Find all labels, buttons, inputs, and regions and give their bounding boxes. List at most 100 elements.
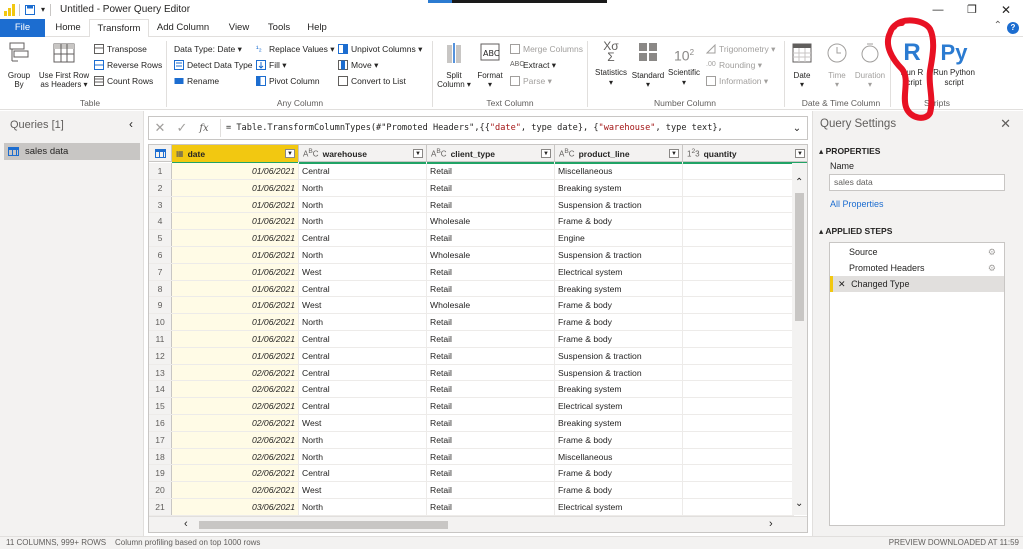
table-menu-icon[interactable]	[149, 145, 172, 162]
table-row[interactable]: 21 03/06/2021 North Retail Electrical system	[149, 499, 794, 516]
fill-button[interactable]: Fill ▾	[256, 58, 287, 72]
table-cell[interactable]	[683, 213, 794, 230]
column-filter-icon[interactable]: ▼	[413, 149, 423, 158]
table-cell[interactable]: Retail	[427, 230, 555, 246]
query-item-sales-data[interactable]: sales data	[4, 143, 140, 160]
collapse-queries-icon[interactable]: ‹	[129, 117, 133, 131]
table-cell[interactable]	[683, 163, 794, 179]
close-button[interactable]: ✕	[989, 0, 1023, 19]
transpose-button[interactable]: Transpose	[94, 42, 147, 56]
data-type-dropdown[interactable]: Data Type: Date ▾	[174, 42, 242, 56]
tab-transform[interactable]: Transform	[89, 19, 149, 38]
quick-access-dropdown-icon[interactable]: ▾	[41, 5, 45, 14]
table-cell[interactable]: Miscellaneous	[555, 448, 683, 465]
table-cell[interactable]: Breaking system	[555, 179, 683, 196]
table-cell[interactable]: Frame & body	[555, 297, 683, 314]
table-row[interactable]: 16 02/06/2021 West Retail Breaking system	[149, 415, 794, 432]
table-row[interactable]: 14 02/06/2021 Central Retail Breaking system	[149, 381, 794, 399]
detect-data-type-button[interactable]: Detect Data Type	[174, 58, 253, 72]
tab-help[interactable]: Help	[301, 19, 333, 37]
table-cell[interactable]: West	[299, 482, 427, 498]
table-cell[interactable]: Breaking system	[555, 381, 683, 398]
table-cell[interactable]: 01/06/2021	[172, 230, 299, 246]
table-cell[interactable]: West	[299, 263, 427, 280]
table-row[interactable]: 8 01/06/2021 Central Retail Breaking system	[149, 280, 794, 298]
table-cell[interactable]: 02/06/2021	[172, 431, 299, 448]
close-settings-icon[interactable]: ✕	[1000, 116, 1011, 132]
table-cell[interactable]: Retail	[427, 196, 555, 213]
table-row[interactable]: 1 01/06/2021 Central Retail Miscellaneous	[149, 163, 794, 180]
table-cell[interactable]: 01/06/2021	[172, 297, 299, 314]
tab-add-column[interactable]: Add Column	[152, 19, 214, 37]
table-cell[interactable]: North	[299, 448, 427, 465]
duration-button[interactable]: Duration ▾	[852, 41, 888, 90]
table-cell[interactable]: Retail	[427, 280, 555, 297]
table-cell[interactable]: Retail	[427, 415, 555, 431]
table-cell[interactable]: Retail	[427, 398, 555, 414]
table-cell[interactable]: Central	[299, 364, 427, 381]
table-cell[interactable]: Retail	[427, 347, 555, 364]
table-row[interactable]: 17 02/06/2021 North Retail Frame & body	[149, 431, 794, 449]
table-cell[interactable]: Miscellaneous	[555, 163, 683, 179]
group-by-button[interactable]: Group By	[4, 41, 34, 90]
rounding-button[interactable]: .00 Rounding ▾	[706, 58, 762, 72]
tab-tools[interactable]: Tools	[261, 19, 297, 37]
table-cell[interactable]: Retail	[427, 499, 555, 515]
table-row[interactable]: 13 02/06/2021 Central Retail Suspension & tr…	[149, 364, 794, 382]
table-cell[interactable]: Suspension & traction	[555, 196, 683, 213]
table-cell[interactable]: Frame & body	[555, 331, 683, 347]
table-cell[interactable]	[683, 247, 794, 263]
table-cell[interactable]: North	[299, 213, 427, 230]
table-cell[interactable]	[683, 230, 794, 246]
extract-button[interactable]: ABC Extract ▾	[510, 58, 556, 72]
table-cell[interactable]: Frame & body	[555, 213, 683, 230]
table-cell[interactable]: 01/06/2021	[172, 280, 299, 297]
column-filter-icon[interactable]: ▼	[285, 149, 295, 158]
vertical-scrollbar[interactable]: ⌃ ⌄	[792, 163, 807, 515]
format-button[interactable]: ABC Format ▾	[474, 41, 506, 90]
horizontal-scrollbar[interactable]: ‹ ›	[149, 516, 807, 532]
column-filter-icon[interactable]: ▼	[541, 149, 551, 158]
unpivot-columns-button[interactable]: Unpivot Columns ▾	[338, 42, 422, 56]
run-r-script-button[interactable]: R Run R script	[894, 41, 930, 87]
table-cell[interactable]: Central	[299, 398, 427, 414]
table-cell[interactable]: North	[299, 247, 427, 263]
table-cell[interactable]	[683, 448, 794, 465]
run-python-script-button[interactable]: Py Run Python script	[932, 41, 976, 87]
table-cell[interactable]: 01/06/2021	[172, 263, 299, 280]
step-settings-gear-icon[interactable]: ⚙	[988, 244, 996, 260]
table-cell[interactable]: West	[299, 297, 427, 314]
parse-button[interactable]: Parse ▾	[510, 74, 552, 88]
table-cell[interactable]	[683, 179, 794, 196]
column-header-warehouse[interactable]: ABC warehouse ▼	[299, 145, 427, 164]
column-header-product-line[interactable]: ABC product_line ▼	[555, 145, 683, 164]
column-filter-icon[interactable]: ▼	[795, 149, 805, 158]
table-cell[interactable]: 01/06/2021	[172, 347, 299, 364]
table-cell[interactable]: 01/06/2021	[172, 213, 299, 230]
table-cell[interactable]: 01/06/2021	[172, 314, 299, 330]
table-cell[interactable]: Retail	[427, 465, 555, 482]
expand-formula-icon[interactable]: ⌄	[787, 123, 807, 134]
table-cell[interactable]: Retail	[427, 179, 555, 196]
split-column-button[interactable]: Split Column ▾	[436, 41, 472, 90]
scroll-up-icon[interactable]: ⌃	[795, 177, 803, 188]
table-cell[interactable]: Frame & body	[555, 431, 683, 448]
step-promoted-headers[interactable]: Promoted Headers ⚙	[830, 260, 1004, 276]
information-button[interactable]: Information ▾	[706, 74, 768, 88]
table-cell[interactable]: Suspension & traction	[555, 347, 683, 364]
table-row[interactable]: 3 01/06/2021 North Retail Suspension & tract…	[149, 196, 794, 214]
table-cell[interactable]: Frame & body	[555, 465, 683, 482]
statistics-button[interactable]: Χσ Σ Statistics ▾	[592, 40, 630, 87]
cancel-formula-icon[interactable]: ✕	[149, 120, 171, 136]
table-cell[interactable]	[683, 482, 794, 498]
properties-section-header[interactable]: ▴ PROPERTIES	[819, 146, 880, 157]
replace-values-button[interactable]: ¹₂ Replace Values ▾	[256, 42, 335, 56]
commit-formula-icon[interactable]: ✓	[171, 120, 193, 136]
table-row[interactable]: 19 02/06/2021 Central Retail Frame & body	[149, 465, 794, 483]
pivot-column-button[interactable]: Pivot Column	[256, 74, 320, 88]
table-cell[interactable]	[683, 196, 794, 213]
scroll-down-icon[interactable]: ⌄	[795, 498, 803, 509]
minimize-button[interactable]: —	[921, 0, 955, 19]
delete-step-icon[interactable]: ✕	[838, 279, 846, 289]
horizontal-scroll-thumb[interactable]	[199, 521, 448, 529]
